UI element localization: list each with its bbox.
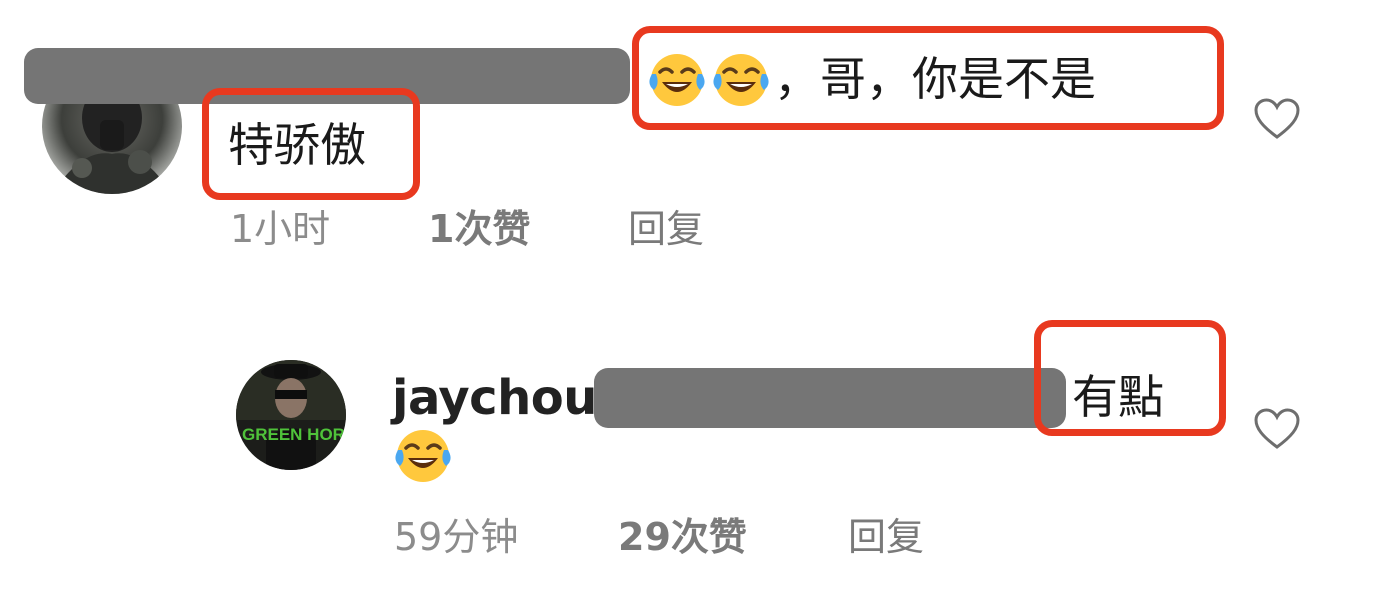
reply-timestamp: 59分钟 [394,515,519,559]
reply-button[interactable]: 回复 [628,210,704,248]
annotation-box [202,88,420,200]
reply-text-line2 [394,426,452,484]
reply-button[interactable]: 回复 [848,518,924,556]
face-with-tears-of-joy-icon [394,426,452,484]
username[interactable]: jaychou [392,374,597,422]
comment-item: ，哥，你是不是 特骄傲 1小时 1次赞 回复 [0,0,1380,290]
avatar[interactable]: GREEN HORNET [236,360,346,470]
like-count[interactable]: 29次赞 [618,518,747,556]
heart-icon[interactable] [1254,408,1300,450]
annotation-box [632,26,1224,130]
avatar-logo-text: GREEN HORNET [242,425,346,444]
annotation-box [1034,320,1226,436]
reply-item: GREEN HORNET jaychou 有點 59分钟 29次赞 回复 [0,300,1380,592]
heart-icon[interactable] [1254,98,1300,140]
comment-timestamp: 1小时 [230,207,331,251]
green-hornet-avatar-icon: GREEN HORNET [236,360,346,470]
redacted-text [594,368,1066,428]
like-count[interactable]: 1次赞 [428,210,530,248]
